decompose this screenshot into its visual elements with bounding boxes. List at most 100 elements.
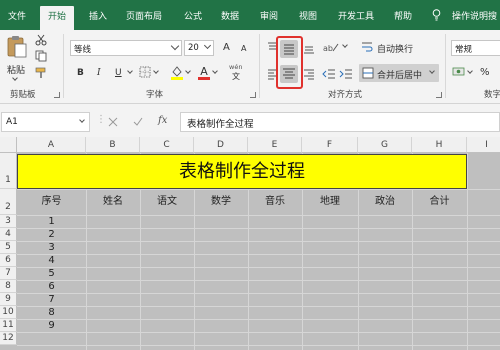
serial-cell[interactable]: 6 xyxy=(17,281,86,292)
clipboard-group-label: 剪贴板 xyxy=(10,90,36,100)
tell-me-search[interactable]: 操作说明搜 xyxy=(452,9,497,22)
tab-developer[interactable]: 开发工具 xyxy=(338,9,374,22)
worksheet-grid[interactable]: A B C D E F G H I 1 2 3 4 5 6 7 8 9 10 1… xyxy=(0,137,500,350)
cancel-icon[interactable] xyxy=(108,117,118,127)
header-cell-total[interactable]: 合计 xyxy=(412,192,467,207)
font-launcher-icon[interactable] xyxy=(250,92,256,98)
paste-button[interactable]: 粘贴 xyxy=(7,63,25,76)
divider xyxy=(259,34,260,98)
column-header-f[interactable]: F xyxy=(302,137,358,153)
header-cell-serial[interactable]: 序号 xyxy=(17,192,86,207)
ribbon-home: 粘贴 剪贴板 等线 20 A A B I U A wén 文 字体 ab 自动换… xyxy=(0,30,500,104)
formula-input[interactable]: 表格制作全过程 xyxy=(180,112,500,132)
serial-cell[interactable]: 2 xyxy=(17,229,86,240)
cut-icon[interactable] xyxy=(35,34,47,46)
wrap-text-button[interactable]: 自动换行 xyxy=(377,42,413,55)
tab-review[interactable]: 审阅 xyxy=(260,9,278,22)
alignment-group-label: 对齐方式 xyxy=(328,90,363,100)
row-header-2[interactable]: 2 xyxy=(0,189,17,215)
align-bottom-icon[interactable] xyxy=(303,42,315,54)
phonetic-guide-button[interactable]: wén xyxy=(229,63,242,71)
column-header-d[interactable]: D xyxy=(194,137,248,153)
row-header-11[interactable]: 11 xyxy=(0,319,17,332)
column-header-g[interactable]: G xyxy=(358,137,412,153)
serial-cell[interactable]: 8 xyxy=(17,307,86,318)
text-orientation-icon[interactable]: ab xyxy=(322,41,340,53)
merge-center-button[interactable]: 合并后居中 xyxy=(359,64,439,82)
decrease-indent-icon[interactable] xyxy=(322,68,336,80)
ribbon-tab-bar: 文件 开始 插入 页面布局 公式 数据 审阅 视图 开发工具 帮助 操作说明搜 xyxy=(0,0,500,30)
tab-home[interactable]: 开始 xyxy=(40,6,75,30)
tab-formulas[interactable]: 公式 xyxy=(184,9,202,22)
number-format-select[interactable]: 常规 xyxy=(451,40,500,56)
row-header-3[interactable]: 3 xyxy=(0,215,17,228)
paste-dropdown-icon[interactable] xyxy=(12,75,18,81)
lightbulb-icon[interactable] xyxy=(432,9,441,21)
column-header-i[interactable]: I xyxy=(467,137,500,153)
clipboard-launcher-icon[interactable] xyxy=(54,92,60,98)
serial-cell[interactable]: 7 xyxy=(17,294,86,305)
formula-bar: A1 ⋮ fx 表格制作全过程 xyxy=(0,104,500,137)
insert-function-button[interactable]: fx xyxy=(158,115,167,126)
row-header-4[interactable]: 4 xyxy=(0,228,17,241)
divider xyxy=(445,34,446,98)
header-cell-chinese[interactable]: 语文 xyxy=(140,192,194,207)
serial-cell[interactable]: 1 xyxy=(17,216,86,227)
font-name-select[interactable]: 等线 xyxy=(70,40,182,56)
paste-icon[interactable] xyxy=(6,35,28,59)
increase-indent-icon[interactable] xyxy=(339,68,353,80)
header-cell-math[interactable]: 数学 xyxy=(194,192,248,207)
serial-cell[interactable]: 5 xyxy=(17,268,86,279)
header-cell-politics[interactable]: 政治 xyxy=(358,192,412,207)
tab-view[interactable]: 视图 xyxy=(299,9,317,22)
align-right-icon[interactable] xyxy=(303,68,315,80)
tab-insert[interactable]: 插入 xyxy=(89,9,107,22)
tab-file[interactable]: 文件 xyxy=(8,9,26,22)
header-cell-geography[interactable]: 地理 xyxy=(302,192,358,207)
svg-text:ab: ab xyxy=(323,44,333,53)
row-header-10[interactable]: 10 xyxy=(0,306,17,319)
serial-cell[interactable]: 9 xyxy=(17,320,86,331)
tab-help[interactable]: 帮助 xyxy=(394,9,412,22)
row-header-9[interactable]: 9 xyxy=(0,293,17,306)
column-header-h[interactable]: H xyxy=(412,137,467,153)
tab-page-layout[interactable]: 页面布局 xyxy=(126,9,162,22)
fill-color-icon[interactable] xyxy=(170,64,184,80)
row-header-12[interactable]: 12 xyxy=(0,332,17,345)
underline-button[interactable]: U xyxy=(115,68,122,78)
grow-font-button[interactable]: A xyxy=(223,42,230,53)
header-cell-music[interactable]: 音乐 xyxy=(248,192,302,207)
enter-icon[interactable] xyxy=(133,117,143,127)
column-header-e[interactable]: E xyxy=(248,137,302,153)
format-painter-icon[interactable] xyxy=(35,67,47,79)
copy-icon[interactable] xyxy=(35,50,47,62)
name-box[interactable]: A1 xyxy=(1,112,90,132)
gridline xyxy=(17,306,500,307)
row-header-8[interactable]: 8 xyxy=(0,280,17,293)
title-cell[interactable]: 表格制作全过程 xyxy=(17,154,467,189)
gridline xyxy=(17,280,500,281)
font-color-icon[interactable]: A xyxy=(197,64,211,80)
column-header-b[interactable]: B xyxy=(86,137,140,153)
select-all-button[interactable] xyxy=(0,137,17,153)
accounting-format-icon[interactable] xyxy=(452,66,466,78)
row-header-5[interactable]: 5 xyxy=(0,241,17,254)
serial-cell[interactable]: 4 xyxy=(17,255,86,266)
bold-button[interactable]: B xyxy=(77,68,84,78)
column-header-c[interactable]: C xyxy=(140,137,194,153)
wrap-text-icon[interactable] xyxy=(361,41,373,53)
shrink-font-button[interactable]: A xyxy=(241,44,246,53)
tab-data[interactable]: 数据 xyxy=(221,9,239,22)
alignment-launcher-icon[interactable] xyxy=(436,92,442,98)
serial-cell[interactable]: 3 xyxy=(17,242,86,253)
column-header-a[interactable]: A xyxy=(17,137,86,153)
row-header-1[interactable]: 1 xyxy=(0,153,17,189)
row-header-7[interactable]: 7 xyxy=(0,267,17,280)
header-cell-name[interactable]: 姓名 xyxy=(86,192,140,207)
font-size-select[interactable]: 20 xyxy=(184,40,214,56)
row-header-6[interactable]: 6 xyxy=(0,254,17,267)
borders-icon[interactable] xyxy=(139,66,151,78)
percent-button[interactable]: % xyxy=(480,67,490,78)
italic-button[interactable]: I xyxy=(97,68,101,78)
gridline xyxy=(17,332,500,333)
